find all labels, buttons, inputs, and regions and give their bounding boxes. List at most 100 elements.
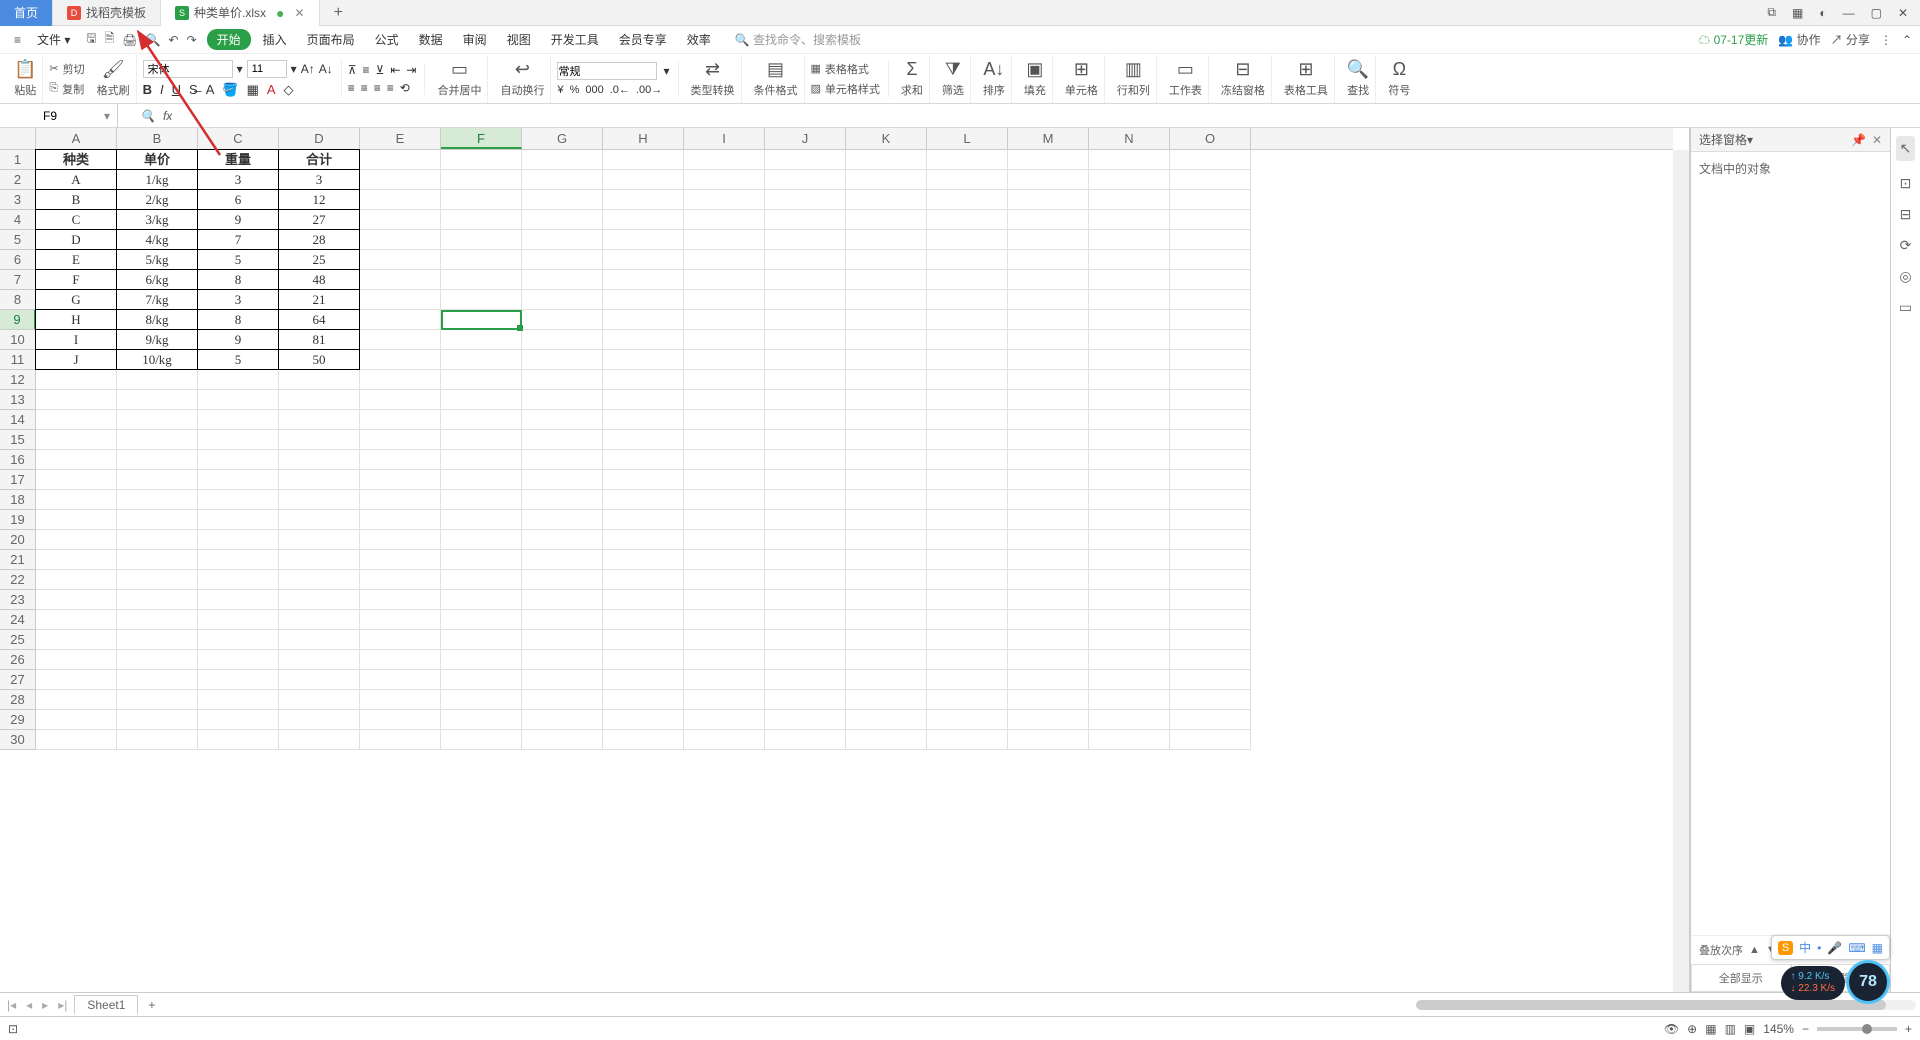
save-icon[interactable]: 🖫	[86, 29, 96, 50]
cell[interactable]	[441, 370, 522, 390]
cell[interactable]	[603, 270, 684, 290]
cell[interactable]	[36, 630, 117, 650]
cell[interactable]	[117, 610, 198, 630]
cell[interactable]: 7/kg	[116, 289, 198, 310]
side-icon-3[interactable]: ⟳	[1900, 237, 1912, 254]
cell[interactable]	[1089, 730, 1170, 750]
cell[interactable]	[360, 530, 441, 550]
fill-button[interactable]: ▣填充	[1018, 55, 1053, 103]
cell[interactable]	[1170, 410, 1251, 430]
underline-button[interactable]: U	[172, 82, 181, 97]
pin-icon[interactable]: 📌	[1851, 133, 1866, 147]
file-menu[interactable]: 文件 ▾	[31, 31, 76, 48]
cell[interactable]	[522, 350, 603, 370]
cell[interactable]	[1008, 630, 1089, 650]
column-header[interactable]: G	[522, 128, 603, 149]
cell[interactable]	[522, 210, 603, 230]
sum-button[interactable]: Σ求和	[895, 55, 930, 103]
cell[interactable]: 3	[197, 289, 279, 310]
cell[interactable]	[1170, 170, 1251, 190]
cell[interactable]	[441, 510, 522, 530]
close-tab-icon[interactable]: ✕	[295, 6, 305, 20]
cell[interactable]	[846, 570, 927, 590]
cell[interactable]	[603, 450, 684, 470]
cell[interactable]	[441, 170, 522, 190]
cell[interactable]	[360, 510, 441, 530]
table-tools-button[interactable]: ⊞表格工具	[1278, 55, 1335, 103]
cell[interactable]	[1170, 190, 1251, 210]
cell[interactable]	[846, 670, 927, 690]
italic-button[interactable]: I	[160, 82, 164, 97]
cell[interactable]	[279, 730, 360, 750]
cell[interactable]	[765, 170, 846, 190]
cell[interactable]	[603, 710, 684, 730]
cell[interactable]	[1008, 610, 1089, 630]
cell[interactable]	[1089, 150, 1170, 170]
cell[interactable]	[441, 530, 522, 550]
cell[interactable]: 50	[278, 349, 360, 370]
cell[interactable]: 1/kg	[116, 169, 198, 190]
cell[interactable]	[765, 510, 846, 530]
column-header[interactable]: O	[1170, 128, 1251, 149]
cell[interactable]	[927, 330, 1008, 350]
cell[interactable]	[1008, 390, 1089, 410]
cell[interactable]: 9	[197, 329, 279, 350]
cell[interactable]	[765, 610, 846, 630]
cell[interactable]: 3	[197, 169, 279, 190]
cell[interactable]	[1089, 470, 1170, 490]
cell[interactable]	[765, 150, 846, 170]
tab-template[interactable]: D 找稻壳模板	[53, 0, 161, 26]
cell[interactable]	[927, 550, 1008, 570]
cell[interactable]	[279, 510, 360, 530]
name-box[interactable]: ▾	[0, 104, 118, 128]
cell[interactable]	[1170, 210, 1251, 230]
cell[interactable]	[117, 690, 198, 710]
sheet-nav-prev[interactable]: ◂	[23, 998, 35, 1012]
column-header[interactable]: I	[684, 128, 765, 149]
cell[interactable]	[36, 650, 117, 670]
cell[interactable]	[441, 570, 522, 590]
menu-insert[interactable]: 插入	[255, 31, 295, 48]
cell[interactable]	[360, 570, 441, 590]
cell[interactable]	[603, 250, 684, 270]
sheet-tab[interactable]: Sheet1	[74, 995, 138, 1014]
cell[interactable]	[117, 530, 198, 550]
cell[interactable]	[441, 290, 522, 310]
menu-formula[interactable]: 公式	[367, 31, 407, 48]
cell[interactable]	[522, 290, 603, 310]
row-header[interactable]: 15	[0, 430, 36, 450]
cell[interactable]	[1170, 610, 1251, 630]
cell[interactable]	[684, 550, 765, 570]
cell[interactable]	[117, 370, 198, 390]
select-all-corner[interactable]	[0, 128, 36, 150]
cell[interactable]	[279, 570, 360, 590]
cell[interactable]	[846, 550, 927, 570]
collapse-ribbon-icon[interactable]: ⌃	[1902, 33, 1912, 47]
cell[interactable]	[1089, 690, 1170, 710]
cell[interactable]	[117, 710, 198, 730]
row-header[interactable]: 27	[0, 670, 36, 690]
cell[interactable]	[1170, 590, 1251, 610]
table-style-button[interactable]: ▦ 表格格式	[811, 61, 880, 77]
cell[interactable]	[684, 730, 765, 750]
cell[interactable]	[1008, 450, 1089, 470]
cell[interactable]	[603, 610, 684, 630]
cell[interactable]	[522, 430, 603, 450]
increase-font-icon[interactable]: A↑	[301, 62, 315, 76]
cell[interactable]	[1008, 290, 1089, 310]
cell[interactable]	[198, 410, 279, 430]
cell[interactable]	[36, 610, 117, 630]
cell[interactable]	[1089, 290, 1170, 310]
cell[interactable]	[198, 690, 279, 710]
row-header[interactable]: 19	[0, 510, 36, 530]
close-pane-icon[interactable]: ✕	[1872, 133, 1882, 147]
cell[interactable]	[1008, 590, 1089, 610]
cell[interactable]	[117, 670, 198, 690]
cell[interactable]	[684, 510, 765, 530]
cell[interactable]	[279, 670, 360, 690]
cell[interactable]: 2/kg	[116, 189, 198, 210]
add-sheet-button[interactable]: +	[142, 998, 161, 1012]
cond-format-button[interactable]: ▤条件格式	[748, 55, 805, 103]
cell[interactable]	[441, 490, 522, 510]
column-header[interactable]: B	[117, 128, 198, 149]
